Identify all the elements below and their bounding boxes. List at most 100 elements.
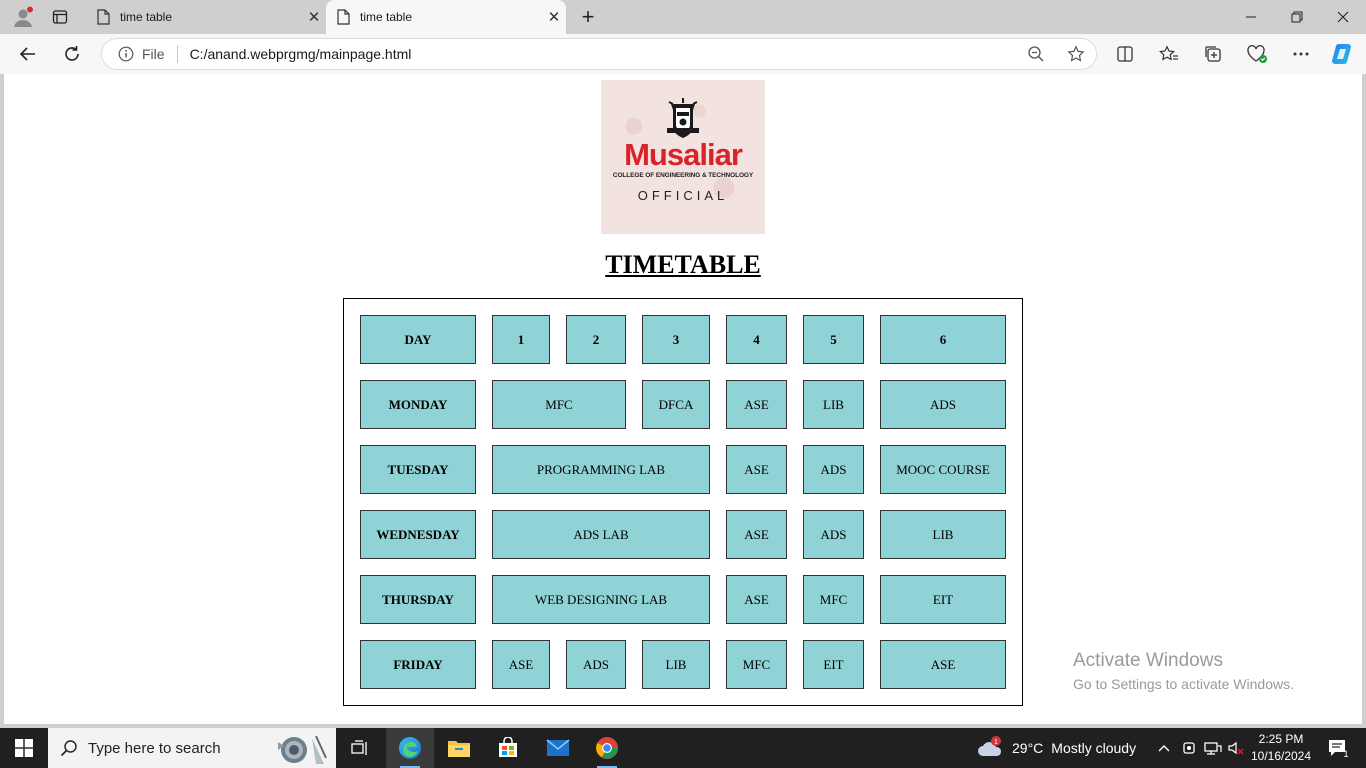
header-cell-period-5: 5: [803, 315, 864, 364]
day-cell-friday: FRIDAY: [360, 640, 476, 689]
url-text[interactable]: C:/anand.webprgmg/mainpage.html: [190, 46, 1016, 62]
microsoft-store-icon[interactable]: [484, 728, 532, 768]
timetable-cell: EIT: [803, 640, 864, 689]
day-cell-thursday: THURSDAY: [360, 575, 476, 624]
site-info-label: File: [142, 46, 165, 62]
timetable-cell: ASE: [726, 575, 787, 624]
mail-icon[interactable]: [534, 728, 582, 768]
header-cell-period-6: 6: [880, 315, 1006, 364]
tab-title: time table: [360, 10, 413, 24]
notifications-icon[interactable]: 1: [1320, 728, 1356, 768]
timetable-cell: ADS: [803, 510, 864, 559]
minimize-icon[interactable]: [1228, 0, 1274, 34]
system-clock[interactable]: 2:25 PM 10/16/2024: [1244, 731, 1318, 765]
close-window-icon[interactable]: [1320, 0, 1366, 34]
refresh-icon[interactable]: [52, 34, 92, 74]
weather-badge: 1: [994, 739, 998, 746]
tab-2-active[interactable]: time table ✕: [326, 0, 566, 34]
close-tab-icon[interactable]: ✕: [302, 8, 326, 26]
timetable-cell: ADS LAB: [492, 510, 710, 559]
timetable-cell: WEB DESIGNING LAB: [492, 575, 710, 624]
clock-time: 2:25 PM: [1258, 732, 1304, 746]
header-cell-period-4: 4: [726, 315, 787, 364]
timetable-cell: MFC: [492, 380, 626, 429]
logo-subtitle: COLLEGE OF ENGINEERING & TECHNOLOGY: [612, 172, 754, 179]
timetable-cell: EIT: [880, 575, 1006, 624]
start-button[interactable]: [0, 728, 48, 768]
browser-essentials-icon[interactable]: [1235, 34, 1279, 74]
timetable-cell: ASE: [492, 640, 550, 689]
timetable-cell: LIB: [803, 380, 864, 429]
college-logo: Musaliar COLLEGE OF ENGINEERING & TECHNO…: [601, 80, 765, 234]
edge-app-icon[interactable]: [386, 728, 434, 768]
collections-icon[interactable]: [1191, 34, 1235, 74]
logo-name: Musaliar: [624, 137, 743, 172]
weather-condition: Mostly cloudy: [1051, 740, 1137, 756]
meet-now-icon[interactable]: [1178, 728, 1200, 768]
search-highlight-icon: [278, 735, 327, 764]
notification-count: 1: [1343, 749, 1348, 758]
timetable-cell: LIB: [880, 510, 1006, 559]
copilot-icon[interactable]: [1321, 34, 1365, 74]
header-cell-period-2: 2: [566, 315, 626, 364]
timetable-cell: MFC: [803, 575, 864, 624]
watermark-subtitle: Go to Settings to activate Windows.: [1073, 676, 1294, 692]
tab-1[interactable]: time table ✕: [86, 0, 326, 34]
favorites-icon[interactable]: [1147, 34, 1191, 74]
taskbar-search-input[interactable]: Type here to search: [48, 728, 336, 768]
favorite-star-icon[interactable]: [1056, 45, 1096, 63]
page-viewport: Musaliar COLLEGE OF ENGINEERING & TECHNO…: [4, 74, 1362, 724]
logo-tagline: OFFICIAL: [637, 188, 729, 203]
timetable-cell: ASE: [726, 380, 787, 429]
tab-title: time table: [120, 10, 173, 24]
watermark-title: Activate Windows: [1073, 650, 1223, 671]
timetable-cell: LIB: [642, 640, 710, 689]
tab-bar: time table ✕ time table ✕ +: [0, 0, 1366, 34]
close-tab-icon[interactable]: ✕: [542, 8, 566, 26]
site-info-button[interactable]: File: [118, 46, 165, 62]
chevron-up-icon[interactable]: [1152, 728, 1176, 768]
timetable-cell: ADS: [803, 445, 864, 494]
page-title: TIMETABLE: [605, 250, 761, 279]
network-icon[interactable]: [1202, 728, 1224, 768]
windows-taskbar: Type here to search 1 29°C Mostly cloudy: [0, 728, 1366, 768]
profile-icon[interactable]: [8, 0, 38, 34]
weather-temp: 29°C: [1012, 740, 1044, 756]
timetable-cell: ASE: [726, 510, 787, 559]
timetable: DAY 1 2 3 4 5 6 MONDAY MFC DFCA ASE LIB …: [343, 298, 1023, 706]
page-icon: [337, 9, 350, 25]
day-cell-tuesday: TUESDAY: [360, 445, 476, 494]
page-icon: [97, 9, 110, 25]
restore-icon[interactable]: [1274, 0, 1320, 34]
timetable-cell: MFC: [726, 640, 787, 689]
timetable-cell: ASE: [880, 640, 1006, 689]
header-cell-period-1: 1: [492, 315, 550, 364]
timetable-cell: MOOC COURSE: [880, 445, 1006, 494]
more-options-icon[interactable]: [1279, 34, 1323, 74]
browser-toolbar: File C:/anand.webprgmg/mainpage.html: [0, 34, 1366, 74]
clock-date: 10/16/2024: [1250, 749, 1312, 763]
day-cell-wednesday: WEDNESDAY: [360, 510, 476, 559]
timetable-cell: ASE: [726, 445, 787, 494]
weather-widget[interactable]: 1 29°C Mostly cloudy: [976, 728, 1136, 768]
timetable-cell: PROGRAMMING LAB: [492, 445, 710, 494]
search-icon: [60, 740, 77, 757]
file-explorer-icon[interactable]: [435, 728, 483, 768]
address-bar[interactable]: File C:/anand.webprgmg/mainpage.html: [101, 38, 1097, 70]
search-placeholder: Type here to search: [88, 739, 221, 757]
split-screen-icon[interactable]: [1103, 34, 1147, 74]
crest-icon: [667, 98, 699, 138]
timetable-cell: DFCA: [642, 380, 710, 429]
activate-windows-watermark: Activate Windows Go to Settings to activ…: [1073, 650, 1294, 692]
chrome-app-icon[interactable]: [583, 728, 631, 768]
zoom-out-icon[interactable]: [1016, 45, 1056, 63]
divider: [176, 45, 178, 63]
header-cell-period-3: 3: [642, 315, 710, 364]
back-icon[interactable]: [8, 34, 48, 74]
tab-actions-icon[interactable]: [46, 0, 74, 34]
day-cell-monday: MONDAY: [360, 380, 476, 429]
cloud-icon: 1: [978, 736, 1002, 756]
task-view-icon[interactable]: [336, 728, 384, 768]
timetable-cell: ADS: [566, 640, 626, 689]
new-tab-icon[interactable]: +: [574, 0, 602, 34]
